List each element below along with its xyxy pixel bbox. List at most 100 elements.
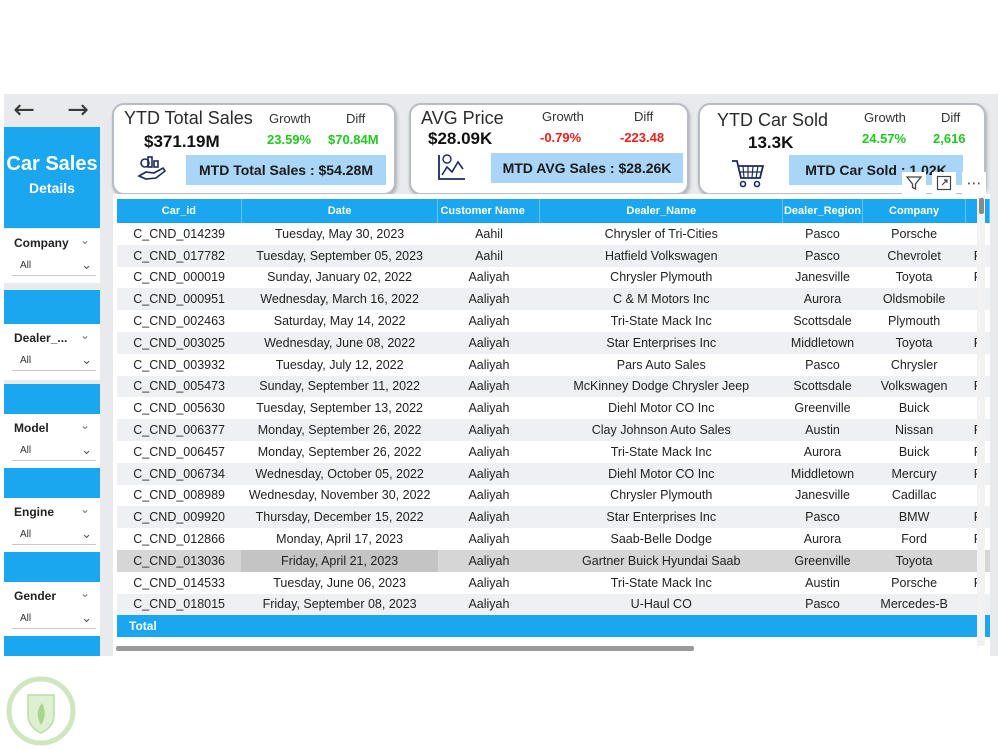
more-options-icon[interactable]: ⋯	[962, 172, 986, 194]
table-cell: C_CND_009920	[117, 506, 242, 529]
growth-value: 24.57%	[862, 131, 907, 146]
gender-slicer[interactable]: Gender ⌄ All ⌄	[4, 582, 100, 636]
total-cell	[862, 615, 966, 638]
table-cell: C_CND_014239	[133, 226, 226, 241]
table-cell: Chrysler Plymouth	[610, 488, 713, 503]
table-cell: Saab-Belle Dodge	[610, 532, 712, 547]
model-dropdown[interactable]: All ⌄	[12, 441, 96, 461]
chevron-down-icon[interactable]: ⌄	[80, 586, 90, 600]
table-cell: C_CND_017782	[117, 244, 242, 267]
table-row[interactable]: C_CND_014533 Tuesday, June 06, 2023 Aaliya…	[117, 572, 990, 594]
company-slicer[interactable]: Company ⌄ All ⌄	[4, 229, 100, 283]
table-cell: C_CND_006377	[117, 419, 242, 441]
hand-money-icon	[137, 156, 167, 180]
table-cell: Monday, April 17, 2023	[276, 532, 404, 547]
dealer-dropdown[interactable]: All ⌄	[12, 351, 96, 371]
card-title: YTD Total Sales	[124, 108, 253, 128]
horizontal-scrollbar-thumb[interactable]	[116, 646, 694, 651]
table-cell: Greenville	[782, 549, 863, 572]
table-cell: Austin	[805, 575, 840, 590]
table-cell: Tuesday, June 06, 2023	[273, 575, 406, 590]
table-row[interactable]: C_CND_002463 Saturday, May 14, 2022 Aaliya…	[117, 310, 990, 332]
table-row[interactable]: C_CND_003025 Wednesday, June 08, 2022 Aali…	[117, 331, 990, 354]
table-cell: C_CND_003025	[117, 331, 242, 354]
total-cell	[241, 615, 438, 638]
table-row[interactable]: C_CND_003932 Tuesday, July 12, 2022 Aaliya…	[117, 354, 990, 376]
sidebar-divider	[4, 636, 100, 656]
gender-dropdown[interactable]: All ⌄	[12, 609, 96, 629]
column-header[interactable]: Date	[241, 199, 439, 223]
sidebar-divider	[4, 384, 100, 414]
engine-dropdown[interactable]: All ⌄	[12, 525, 96, 545]
engine-slicer[interactable]: Engine ⌄ All ⌄	[4, 498, 100, 552]
company-dropdown[interactable]: All ⌄	[12, 256, 96, 276]
table-cell: Oldsmobile	[862, 288, 966, 311]
table-row[interactable]: C_CND_005473 Sunday, September 11, 2022 Aa…	[117, 375, 990, 398]
chevron-down-icon[interactable]: ⌄	[80, 233, 90, 247]
watermark-logo	[6, 676, 76, 746]
table-cell: Aaliyah	[437, 375, 540, 398]
model-dropdown-value: All	[20, 445, 32, 456]
gender-dropdown-value: All	[20, 613, 32, 624]
table-cell: Wednesday, November 30, 2022	[248, 488, 431, 503]
table-row[interactable]: C_CND_017782 Tuesday, September 05, 2023 A…	[117, 244, 990, 267]
table-cell: Austin	[782, 419, 863, 441]
table-row[interactable]: C_CND_012866 Monday, April 17, 2023 Aaliya…	[117, 528, 990, 550]
diff-value: $70.84M	[328, 132, 379, 147]
forward-arrow-icon[interactable]: →	[56, 96, 100, 126]
diff-label: Diff	[941, 110, 961, 125]
table-cell: Aaliyah	[468, 270, 510, 285]
back-arrow-icon[interactable]: ←	[2, 96, 46, 126]
table-row[interactable]: C_CND_006377 Monday, September 26, 2022 Aa…	[117, 419, 990, 441]
table-body: C_CND_014239 Tuesday, May 30, 2023 Aahil Ch…	[117, 223, 990, 638]
table-row[interactable]: C_CND_006457 Monday, September 26, 2022 Aa…	[117, 441, 990, 463]
table-row[interactable]: C_CND_005630 Tuesday, September 13, 2022 A…	[117, 397, 990, 419]
table-cell: BMW	[862, 506, 966, 529]
column-header[interactable]: Car_id	[117, 199, 242, 223]
sidebar-title: Car Sales	[6, 153, 98, 175]
table-row[interactable]: C_CND_013036 Friday, April 21, 2023 Aaliya…	[117, 549, 990, 572]
table-cell: Monday, September 26, 2022	[241, 419, 438, 441]
table-cell: Aaliyah	[437, 288, 540, 311]
sales-details-table-visual: Car_id Date Customer Name Dealer_Name Dealer…	[113, 194, 990, 656]
table-row[interactable]: C_CND_014239 Tuesday, May 30, 2023 Aahil Ch…	[117, 223, 990, 245]
growth-label: Growth	[864, 110, 906, 125]
chevron-down-icon[interactable]: ⌄	[80, 418, 90, 432]
table-row[interactable]: C_CND_006734 Wednesday, October 05, 2022 A…	[117, 462, 990, 485]
growth-value: 23.59%	[267, 132, 312, 147]
table-row[interactable]: C_CND_000951 Wednesday, March 16, 2022 Aal…	[117, 288, 990, 311]
table-cell: Tri-State Mack Inc	[610, 444, 712, 459]
table-row[interactable]: C_CND_000019 Sunday, January 02, 2022 Aali…	[117, 267, 990, 289]
column-header[interactable]: Dealer_Region	[782, 199, 863, 223]
table-cell: C_CND_005630	[133, 401, 226, 416]
card-value: $371.19M	[144, 132, 220, 151]
table-cell: Aaliyah	[468, 444, 510, 459]
column-header[interactable]: Customer Name	[437, 199, 541, 223]
table-cell: C_CND_014533	[133, 575, 226, 590]
table-row[interactable]: C_CND_018015 Friday, September 08, 2023 Aa…	[117, 593, 990, 616]
vertical-scrollbar[interactable]	[977, 196, 985, 646]
table-cell: Toyota	[862, 549, 966, 572]
company-slicer-label: Company	[14, 236, 69, 250]
table-cell: Friday, April 21, 2023	[241, 549, 438, 572]
column-header[interactable]: Company	[862, 199, 967, 223]
sidebar-divider	[4, 552, 100, 582]
chevron-down-icon[interactable]: ⌄	[80, 328, 90, 342]
table-cell: Aaliyah	[468, 314, 510, 329]
table-cell: U-Haul CO	[539, 593, 783, 616]
dealer-slicer[interactable]: Dealer_... ⌄ All ⌄	[4, 324, 100, 380]
table-row[interactable]: C_CND_009920 Thursday, December 15, 2022 A…	[117, 506, 990, 529]
mtd-avg-sales: MTD AVG Sales : $28.26K	[491, 153, 683, 183]
table-cell: Ford	[901, 532, 927, 547]
table-row[interactable]: C_CND_008989 Wednesday, November 30, 2022…	[117, 485, 990, 507]
model-slicer[interactable]: Model ⌄ All ⌄	[4, 414, 100, 468]
sales-details-table: Car_id Date Customer Name Dealer_Name Dealer…	[117, 199, 990, 638]
filter-icon[interactable]	[902, 172, 926, 194]
column-header[interactable]: Dealer_Name	[539, 199, 784, 223]
table-cell: Middletown	[782, 462, 863, 485]
focus-mode-icon[interactable]	[932, 172, 956, 194]
table-cell: C_CND_000951	[117, 288, 242, 311]
chevron-down-icon[interactable]: ⌄	[80, 502, 90, 516]
vertical-scrollbar-thumb[interactable]	[979, 198, 984, 214]
table-cell: Star Enterprises Inc	[539, 331, 783, 354]
